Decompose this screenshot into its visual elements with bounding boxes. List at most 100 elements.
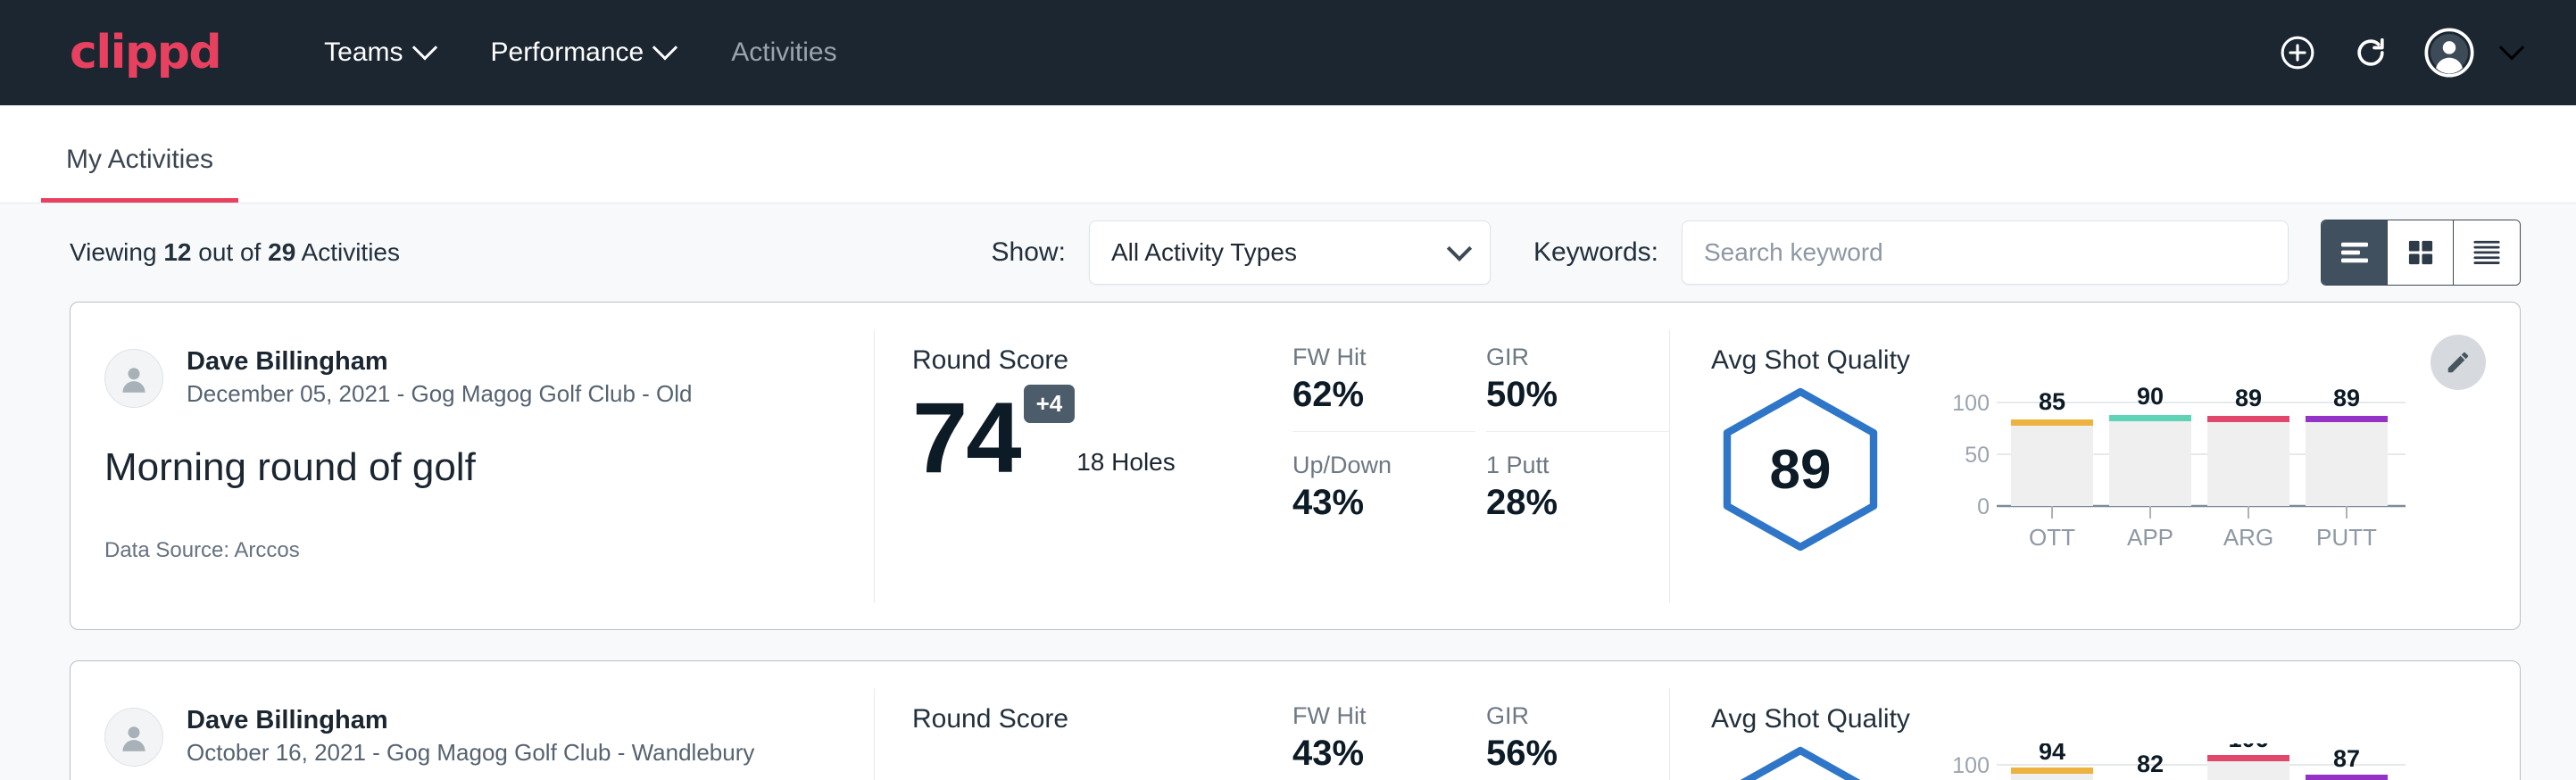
round-score-value: 74 [912, 392, 1020, 484]
shot-quality-bar-chart: 100 50 0 94 82 106 87 [1924, 743, 2406, 780]
stat-label: GIR [1486, 344, 1644, 371]
show-label: Show: [992, 237, 1066, 268]
plus-circle-icon[interactable] [2278, 33, 2317, 72]
viewing-suffix: Activities [302, 238, 400, 266]
viewing-total: 29 [268, 238, 295, 266]
primary-nav-links: Teams Performance Activities [295, 25, 865, 80]
compact-view-icon [2471, 238, 2503, 267]
activity-type-value: All Activity Types [1111, 238, 1450, 267]
grid-view-icon [2406, 238, 2436, 267]
list-view-button[interactable] [2322, 220, 2388, 285]
avg-shot-quality-body: 89 100 50 0 [1711, 385, 2520, 581]
activity-card[interactable]: Dave Billingham December 05, 2021 - Gog … [70, 302, 2521, 630]
bar-putt [2306, 419, 2388, 506]
nav-item-performance[interactable]: Performance [462, 25, 703, 80]
avg-shot-quality-label: Avg Shot Quality [1711, 704, 2520, 734]
avg-shot-quality-column: Avg Shot Quality 89 100 [1670, 303, 2520, 629]
viewing-count: 12 [163, 238, 191, 266]
search-input[interactable] [1682, 220, 2289, 285]
player-info: Dave Billingham December 05, 2021 - Gog … [187, 345, 693, 411]
filter-toolbar: Viewing 12 out of 29 Activities Show: Al… [0, 203, 2576, 302]
activity-meta-column: Dave Billingham October 16, 2021 - Gog M… [71, 661, 874, 780]
activity-card[interactable]: Dave Billingham October 16, 2021 - Gog M… [70, 660, 2521, 780]
pencil-icon [2445, 349, 2472, 376]
stat-value: 56% [1486, 734, 1644, 774]
player-name: Dave Billingham [187, 345, 693, 378]
round-score-row: 74 +4 18 Holes [912, 392, 1276, 484]
activity-meta-column: Dave Billingham December 05, 2021 - Gog … [71, 303, 874, 629]
tab-bar: My Activities [0, 105, 2576, 203]
bar-value-arg: 106 [2228, 743, 2268, 752]
viewing-count-text: Viewing 12 out of 29 Activities [70, 238, 400, 267]
bar-ott [2011, 423, 2093, 506]
chevron-down-icon [652, 35, 677, 60]
y-tick-50: 50 [1965, 443, 1990, 468]
account-avatar-icon[interactable] [2424, 28, 2521, 78]
edit-activity-button[interactable] [2431, 335, 2486, 390]
stat-value: 28% [1486, 483, 1644, 523]
bar-value-ott: 94 [2039, 743, 2065, 765]
stat-value: 43% [1292, 483, 1450, 523]
avatar [104, 708, 163, 767]
compact-view-button[interactable] [2454, 220, 2520, 285]
nav-item-performance-label: Performance [491, 37, 644, 68]
stat-fw-hit: FW Hit 62% [1292, 344, 1475, 415]
nav-item-teams[interactable]: Teams [295, 25, 461, 80]
bar-arg [2207, 759, 2289, 780]
stat-value: 62% [1292, 375, 1450, 415]
bar-cap-ott [2011, 768, 2093, 774]
nav-action-icons [2278, 28, 2521, 78]
stat-label: GIR [1486, 702, 1644, 730]
stat-label: FW Hit [1292, 344, 1450, 371]
chevron-down-icon [411, 35, 436, 60]
bar-arg [2207, 419, 2289, 506]
quality-score-value: 89 [1711, 385, 1890, 554]
stat-gir: GIR 50% [1486, 344, 1669, 415]
person-icon [115, 718, 153, 756]
refresh-icon[interactable] [2351, 33, 2390, 72]
stat-fw-hit: FW Hit 43% [1292, 702, 1475, 774]
stat-gir: GIR 56% [1486, 702, 1669, 774]
stat-label: FW Hit [1292, 702, 1450, 730]
chevron-down-icon [2499, 35, 2524, 60]
bar-value-putt: 87 [2333, 745, 2360, 772]
nav-item-teams-label: Teams [324, 37, 403, 68]
round-score-label: Round Score [912, 345, 1276, 376]
avg-shot-quality-body: 100 50 0 94 82 106 87 [1711, 743, 2520, 780]
nav-item-activities[interactable]: Activities [702, 25, 865, 80]
data-source-label: Data Source: Arccos [104, 538, 874, 563]
activity-meta: October 16, 2021 - Gog Magog Golf Club -… [187, 736, 754, 770]
y-tick-100: 100 [1952, 391, 1990, 416]
bar-cap-putt [2306, 416, 2388, 422]
avatar [104, 349, 163, 408]
activity-meta: December 05, 2021 - Gog Magog Golf Club … [187, 378, 693, 411]
bar-cap-arg [2207, 416, 2289, 422]
grid-view-button[interactable] [2388, 220, 2454, 285]
tab-my-activities-label: My Activities [66, 145, 213, 174]
player-name: Dave Billingham [187, 704, 754, 736]
bar-value-ott: 85 [2039, 388, 2065, 415]
viewing-middle: out of [198, 238, 261, 266]
shot-quality-bar-chart: 100 50 0 85 90 [1924, 385, 2406, 572]
stats-grid: FW Hit 43% GIR 56% [1276, 661, 1669, 780]
activity-type-select[interactable]: All Activity Types [1089, 220, 1491, 285]
bar-value-putt: 89 [2333, 385, 2360, 411]
stats-grid: FW Hit 62% GIR 50% Up/Down 43% 1 Putt 28… [1276, 303, 1669, 629]
round-score-label: Round Score [912, 704, 1276, 734]
view-mode-toggle-group [2321, 220, 2521, 286]
bar-cap-app [2109, 415, 2191, 421]
app-logo[interactable]: clippd [70, 26, 220, 79]
stat-label: Up/Down [1292, 452, 1450, 479]
tab-my-activities[interactable]: My Activities [41, 145, 238, 203]
stat-up-down: Up/Down 43% [1292, 431, 1475, 523]
chevron-down-icon [1447, 236, 1472, 261]
y-tick-100: 100 [1952, 753, 1990, 778]
activity-card-list: Dave Billingham December 05, 2021 - Gog … [0, 302, 2576, 780]
player-row: Dave Billingham October 16, 2021 - Gog M… [104, 704, 874, 770]
bar-app [2109, 419, 2191, 506]
player-row: Dave Billingham December 05, 2021 - Gog … [104, 345, 874, 411]
holes-label: 18 Holes [1076, 448, 1176, 477]
keywords-label: Keywords: [1533, 237, 1658, 268]
round-score-column: Round Score [875, 661, 1276, 780]
score-delta-badge: +4 [1024, 385, 1076, 423]
